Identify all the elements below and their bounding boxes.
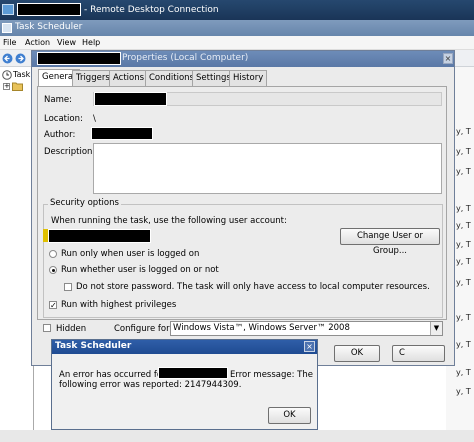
list-item: y, T <box>456 278 471 287</box>
task-scheduler-icon <box>2 23 12 33</box>
highest-privileges-label: Run with highest privileges <box>61 300 177 310</box>
error-title-bar: Task Scheduler <box>52 340 317 354</box>
redacted-host <box>17 3 81 16</box>
menu-help[interactable]: Help <box>82 38 100 47</box>
tab-conditions[interactable]: Conditions <box>145 70 198 86</box>
close-icon[interactable]: × <box>304 341 315 352</box>
list-item: y, T <box>456 147 471 156</box>
tree-expand-icon[interactable]: + <box>3 83 10 90</box>
run-only-logged-on-label: Run only when user is logged on <box>61 249 200 259</box>
tab-actions[interactable]: Actions <box>109 70 149 86</box>
do-not-store-password-checkbox[interactable] <box>64 283 72 291</box>
description-textarea[interactable] <box>93 143 442 194</box>
properties-title: Properties (Local Computer) <box>122 53 249 63</box>
menu-file[interactable]: File <box>3 38 16 47</box>
window-title: Task Scheduler <box>15 22 83 32</box>
forward-arrow-icon[interactable] <box>15 53 26 64</box>
name-label: Name: <box>44 95 72 105</box>
tree-root-label[interactable]: Task <box>13 70 30 79</box>
navigation-tree: Task + <box>0 67 34 442</box>
change-user-button[interactable]: Change User or Group... <box>340 228 440 256</box>
security-options-legend: Security options <box>48 198 121 208</box>
redacted-task-in-error <box>158 367 228 379</box>
folder-icon <box>12 82 23 91</box>
rdp-app-icon <box>2 4 14 15</box>
error-title: Task Scheduler <box>55 341 132 351</box>
bottom-strip <box>0 430 474 442</box>
menu-bar: File Action View Help <box>0 36 474 50</box>
cancel-button[interactable]: C <box>392 345 445 362</box>
list-item: y, T <box>456 257 471 266</box>
highest-privileges-checkbox[interactable]: ✓ <box>49 301 57 310</box>
configure-for-label: Configure for: <box>114 324 173 334</box>
hidden-checkbox[interactable] <box>43 324 51 332</box>
do-not-store-password-label: Do not store password. The task will onl… <box>76 282 430 292</box>
back-arrow-icon[interactable] <box>2 53 13 64</box>
run-whether-logged-on-radio[interactable] <box>49 266 57 274</box>
configure-for-select[interactable]: Windows Vista™, Windows Server™ 2008 ▼ <box>170 321 443 336</box>
error-ok-button[interactable]: OK <box>268 407 311 424</box>
task-scheduler-title-bar: Task Scheduler <box>0 20 474 36</box>
hidden-label: Hidden <box>56 324 87 334</box>
list-item: y, T <box>456 340 471 349</box>
redacted-author <box>91 127 153 140</box>
run-only-logged-on-radio[interactable] <box>49 250 57 258</box>
clock-icon <box>2 70 12 80</box>
configure-for-value: Windows Vista™, Windows Server™ 2008 <box>173 323 350 333</box>
tab-triggers[interactable]: Triggers <box>72 70 114 86</box>
redacted-name <box>94 92 167 106</box>
error-message-line2: following error was reported: 2147944309… <box>59 380 242 390</box>
list-item: y, T <box>456 387 471 396</box>
rdp-title: - Remote Desktop Connection <box>84 5 219 15</box>
error-message-suffix: Error message: The <box>230 370 313 380</box>
user-account-prompt: When running the task, use the following… <box>51 216 287 226</box>
list-item: y, T <box>456 167 471 176</box>
ok-button[interactable]: OK <box>334 345 380 362</box>
chevron-down-icon: ▼ <box>430 322 442 335</box>
description-label: Description: <box>44 147 96 157</box>
list-item: y, T <box>456 204 471 213</box>
redacted-task-name <box>37 52 121 65</box>
list-item: y, T <box>456 313 471 322</box>
list-item: y, T <box>456 240 471 249</box>
list-item: y, T <box>456 368 471 377</box>
menu-action[interactable]: Action <box>25 38 50 47</box>
close-icon[interactable]: × <box>443 53 453 64</box>
redacted-user-account <box>48 229 151 243</box>
list-item: y, T <box>456 127 471 136</box>
menu-view[interactable]: View <box>57 38 76 47</box>
tab-history[interactable]: History <box>229 70 268 86</box>
list-item: y, T <box>456 221 471 230</box>
author-label: Author: <box>44 130 76 140</box>
rdp-title-bar: - Remote Desktop Connection <box>0 0 474 20</box>
location-label: Location: <box>44 114 83 124</box>
run-whether-logged-on-label: Run whether user is logged on or not <box>61 265 219 275</box>
location-value: \ <box>93 114 96 124</box>
